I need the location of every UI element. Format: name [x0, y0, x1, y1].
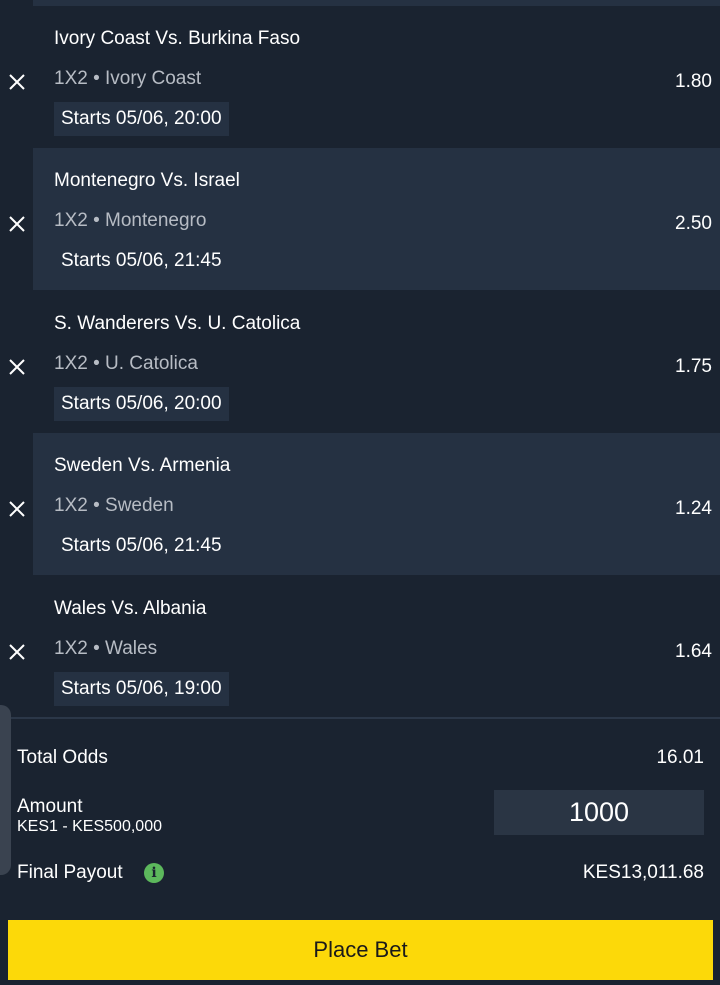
match-title: Sweden Vs. Armenia [54, 455, 231, 476]
close-icon [9, 359, 25, 375]
remove-bet-button[interactable] [7, 214, 27, 234]
market-selection: 1X2 • Montenegro [54, 210, 207, 231]
match-title: Wales Vs. Albania [54, 598, 207, 619]
bet-item-4: Sweden Vs. Armenia 1X2 • Sweden 1.24 Sta… [0, 433, 720, 575]
side-handle[interactable] [0, 705, 11, 875]
total-odds-value: 16.01 [656, 747, 704, 768]
summary-divider [0, 717, 720, 719]
match-title: Ivory Coast Vs. Burkina Faso [54, 28, 301, 49]
selection-odds: 1.75 [675, 356, 712, 377]
bet-item-5: Wales Vs. Albania 1X2 • Wales 1.64 Start… [0, 576, 720, 718]
start-time-badge: Starts 05/06, 21:45 [61, 250, 222, 271]
start-time-badge: Starts 05/06, 21:45 [61, 535, 222, 556]
final-payout-value: KES13,011.68 [582, 862, 704, 883]
market-selection: 1X2 • U. Catolica [54, 353, 198, 374]
close-icon [9, 644, 25, 660]
bet-item-2: Montenegro Vs. Israel 1X2 • Montenegro 2… [0, 148, 720, 290]
start-time-badge: Starts 05/06, 20:00 [54, 102, 229, 136]
start-time-badge: Starts 05/06, 19:00 [54, 672, 229, 706]
bet-item-1: Ivory Coast Vs. Burkina Faso 1X2 • Ivory… [0, 6, 720, 148]
selection-odds: 1.64 [675, 641, 712, 662]
place-bet-button[interactable]: Place Bet [8, 920, 713, 980]
close-icon [9, 216, 25, 232]
selection-odds: 1.80 [675, 71, 712, 92]
final-payout-label: Final Payout [17, 862, 123, 883]
amount-range: KES1 - KES500,000 [17, 818, 162, 835]
selection-odds: 1.24 [675, 498, 712, 519]
market-selection: 1X2 • Wales [54, 638, 158, 659]
match-title: Montenegro Vs. Israel [54, 170, 240, 191]
market-selection: 1X2 • Sweden [54, 495, 174, 516]
start-time-badge: Starts 05/06, 20:00 [54, 387, 229, 421]
remove-bet-button[interactable] [7, 72, 27, 92]
amount-label: Amount [17, 796, 83, 817]
close-icon [9, 501, 25, 517]
remove-bet-button[interactable] [7, 642, 27, 662]
market-selection: 1X2 • Ivory Coast [54, 68, 202, 89]
stake-amount-input[interactable]: 1000 [494, 790, 704, 835]
info-icon[interactable]: i [144, 863, 164, 883]
bet-item-3: S. Wanderers Vs. U. Catolica 1X2 • U. Ca… [0, 291, 720, 433]
total-odds-label: Total Odds [17, 747, 108, 768]
close-icon [9, 74, 25, 90]
selection-odds: 2.50 [675, 213, 712, 234]
remove-bet-button[interactable] [7, 357, 27, 377]
remove-bet-button[interactable] [7, 499, 27, 519]
match-title: S. Wanderers Vs. U. Catolica [54, 313, 301, 334]
